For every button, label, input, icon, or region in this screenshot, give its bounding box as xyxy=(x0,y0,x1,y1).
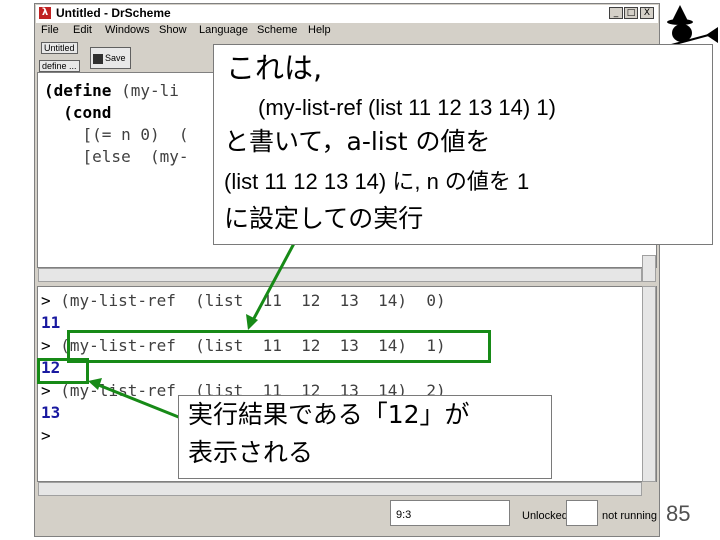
arrowhead-result xyxy=(88,378,102,390)
callout-top-line-2: (my-list-ref (list 11 12 13 14) 1) xyxy=(258,95,556,120)
callout-top-line-5: に設定しての実行 xyxy=(224,204,424,233)
callout-top-line-3: と書いて，a-list の値を xyxy=(224,127,491,156)
callout-top-line-4: (list 11 12 13 14) に, n の値を 1 xyxy=(224,169,530,194)
callout-bottom-line-1: 実行結果である「12」が xyxy=(188,400,470,429)
page-number: 85 xyxy=(666,501,691,526)
arrow-to-expression xyxy=(250,235,300,323)
callout-bottom-line-2: 表示される xyxy=(188,438,314,467)
arrow-to-result xyxy=(95,382,187,422)
callout-top-line-1: これは, xyxy=(226,51,323,85)
